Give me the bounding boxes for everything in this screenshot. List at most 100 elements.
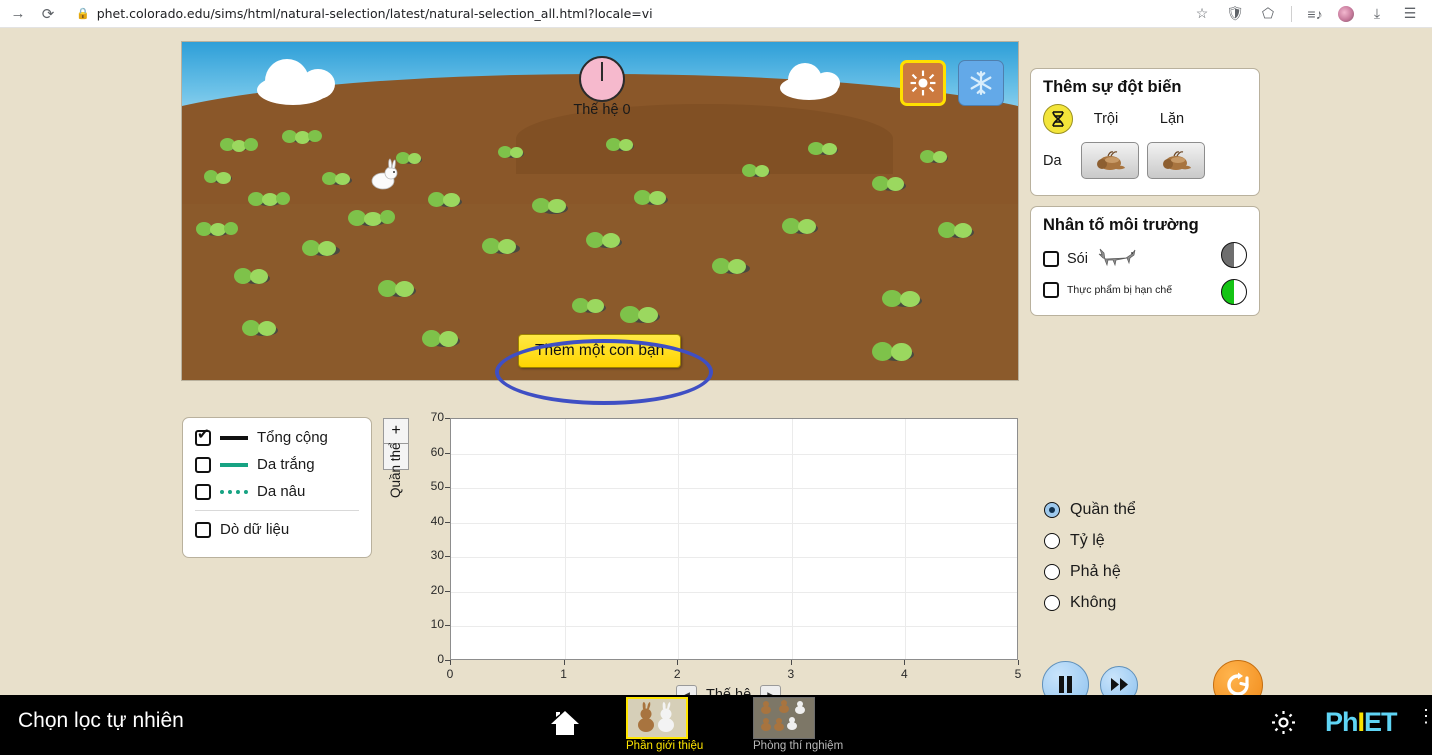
- x-axis-tick-mark: [677, 660, 678, 665]
- browser-toolbar-actions: ☆ 🛡 ⬠ ≡♪ ⤓ ☰: [1192, 4, 1424, 24]
- pedigree-radio-button[interactable]: [1044, 564, 1060, 580]
- y-axis-tick-mark: [445, 487, 450, 488]
- bush-icon: [782, 218, 822, 234]
- address-bar[interactable]: 🔒 phet.colorado.edu/sims/html/natural-se…: [68, 3, 1182, 25]
- toolbar-divider: [1291, 6, 1292, 22]
- y-axis-tick-label: 70: [414, 410, 444, 424]
- tab-lab-thumbnail: [753, 697, 815, 739]
- proportions-radio-button[interactable]: [1044, 533, 1060, 549]
- gear-icon[interactable]: [1270, 709, 1297, 741]
- recessive-brown-fur-button[interactable]: [1147, 142, 1205, 179]
- sun-icon[interactable]: [900, 60, 946, 106]
- environment-canvas[interactable]: Thế hệ 0: [181, 41, 1019, 381]
- bush-icon: [322, 172, 362, 188]
- white-fur-label: Da trắng: [257, 456, 315, 473]
- wolves-row[interactable]: Sói: [1043, 245, 1247, 272]
- white-fur-checkbox[interactable]: [195, 457, 211, 473]
- radio-none[interactable]: Không: [1044, 594, 1136, 612]
- bush-icon: [204, 170, 244, 186]
- legend-item-white-fur[interactable]: Da trắng: [195, 456, 359, 473]
- y-axis-tick-label: 40: [414, 514, 444, 528]
- forward-arrow-icon[interactable]: →: [8, 4, 28, 24]
- dna-icon: [1043, 104, 1073, 134]
- lock-icon: 🔒: [76, 7, 90, 20]
- legend-item-data-probe[interactable]: Dò dữ liệu: [195, 521, 359, 538]
- kebab-menu-icon[interactable]: ⋮: [1417, 709, 1432, 723]
- shield-icon[interactable]: 🛡: [1225, 4, 1245, 24]
- chart-series-layer: [451, 419, 1019, 661]
- x-axis-tick-label: 2: [665, 667, 689, 681]
- fur-mutation-row: Da: [1043, 142, 1247, 179]
- bush-icon: [498, 146, 538, 162]
- mutation-panel-title: Thêm sự đột biến: [1043, 78, 1247, 97]
- profile-avatar-icon[interactable]: [1338, 6, 1354, 22]
- legend-item-brown-fur[interactable]: Da nâu: [195, 483, 359, 500]
- x-axis-tick-label: 4: [892, 667, 916, 681]
- limited-food-checkbox[interactable]: [1043, 282, 1059, 298]
- tab-lab[interactable]: Phòng thí nghiệm: [753, 697, 815, 752]
- y-axis-tick-label: 20: [414, 583, 444, 597]
- tab-lab-label: Phòng thí nghiệm: [753, 740, 815, 752]
- x-axis-tick-mark: [791, 660, 792, 665]
- bush-icon: [482, 238, 522, 254]
- y-axis-tick-mark: [445, 522, 450, 523]
- bush-icon: [302, 240, 342, 256]
- y-axis-tick-label: 50: [414, 479, 444, 493]
- wolves-pie-icon: [1221, 242, 1247, 268]
- none-radio-button[interactable]: [1044, 595, 1060, 611]
- generation-clock-icon: [579, 56, 625, 102]
- reload-icon[interactable]: ⟳: [38, 4, 58, 24]
- population-graph[interactable]: [450, 418, 1018, 660]
- bush-icon: [348, 210, 388, 226]
- total-label: Tổng cộng: [257, 429, 328, 446]
- phet-logo[interactable]: PhIET: [1325, 707, 1397, 738]
- bush-icon: [248, 192, 288, 208]
- total-checkbox[interactable]: [195, 430, 211, 446]
- tab-intro-label: Phần giới thiệu: [626, 740, 688, 752]
- legend-divider: [195, 510, 359, 511]
- home-icon[interactable]: [548, 706, 582, 745]
- data-probe-checkbox[interactable]: [195, 522, 211, 538]
- data-probe-label: Dò dữ liệu: [220, 521, 289, 538]
- fur-row-label: Da: [1043, 153, 1073, 169]
- brown-fur-checkbox[interactable]: [195, 484, 211, 500]
- legend-item-total[interactable]: Tổng cộng: [195, 429, 359, 446]
- limited-food-row[interactable]: Thực phẩm bị hạn chế: [1043, 282, 1247, 298]
- radio-population[interactable]: Quần thể: [1044, 501, 1136, 519]
- x-axis-tick-mark: [564, 660, 565, 665]
- limited-food-label: Thực phẩm bị hạn chế: [1067, 284, 1172, 296]
- limited-food-pie-icon: [1221, 279, 1247, 305]
- y-axis-tick-mark: [445, 418, 450, 419]
- download-icon[interactable]: ⤓: [1367, 4, 1387, 24]
- y-axis-tick-mark: [445, 591, 450, 592]
- hamburger-menu-icon[interactable]: ☰: [1400, 4, 1420, 24]
- snowflake-icon[interactable]: [958, 60, 1004, 106]
- radio-proportions[interactable]: Tỷ lệ: [1044, 532, 1136, 550]
- x-axis-tick-mark: [1018, 660, 1019, 665]
- extensions-icon[interactable]: ⬠: [1258, 4, 1278, 24]
- bush-icon: [620, 306, 660, 322]
- dominant-brown-fur-button[interactable]: [1081, 142, 1139, 179]
- bush-icon: [606, 138, 646, 154]
- add-a-mate-button[interactable]: Thêm một con bạn: [518, 334, 681, 368]
- playlist-icon[interactable]: ≡♪: [1305, 4, 1325, 24]
- mutation-header-row: Trội Lặn: [1043, 104, 1247, 134]
- bush-icon: [282, 130, 322, 146]
- dominant-column-label: Trội: [1073, 111, 1139, 127]
- bush-icon: [196, 222, 236, 238]
- star-icon[interactable]: ☆: [1192, 4, 1212, 24]
- bush-icon: [712, 258, 752, 274]
- graph-mode-radio-group: Quần thể Tỷ lệ Phả hệ Không: [1044, 501, 1136, 625]
- y-axis-tick-label: 10: [414, 617, 444, 631]
- brown-fur-line-swatch: [220, 490, 248, 494]
- white-bunny-icon[interactable]: [369, 157, 399, 191]
- wolves-checkbox[interactable]: [1043, 251, 1059, 267]
- cloud-icon: [257, 75, 329, 105]
- zoom-in-button[interactable]: +: [383, 418, 409, 444]
- population-radio-button[interactable]: [1044, 502, 1060, 518]
- cloud-icon: [780, 76, 838, 100]
- tab-intro[interactable]: Phần giới thiệu: [626, 697, 688, 752]
- radio-pedigree[interactable]: Phả hệ: [1044, 563, 1136, 581]
- white-fur-line-swatch: [220, 463, 248, 467]
- y-axis-tick-mark: [445, 625, 450, 626]
